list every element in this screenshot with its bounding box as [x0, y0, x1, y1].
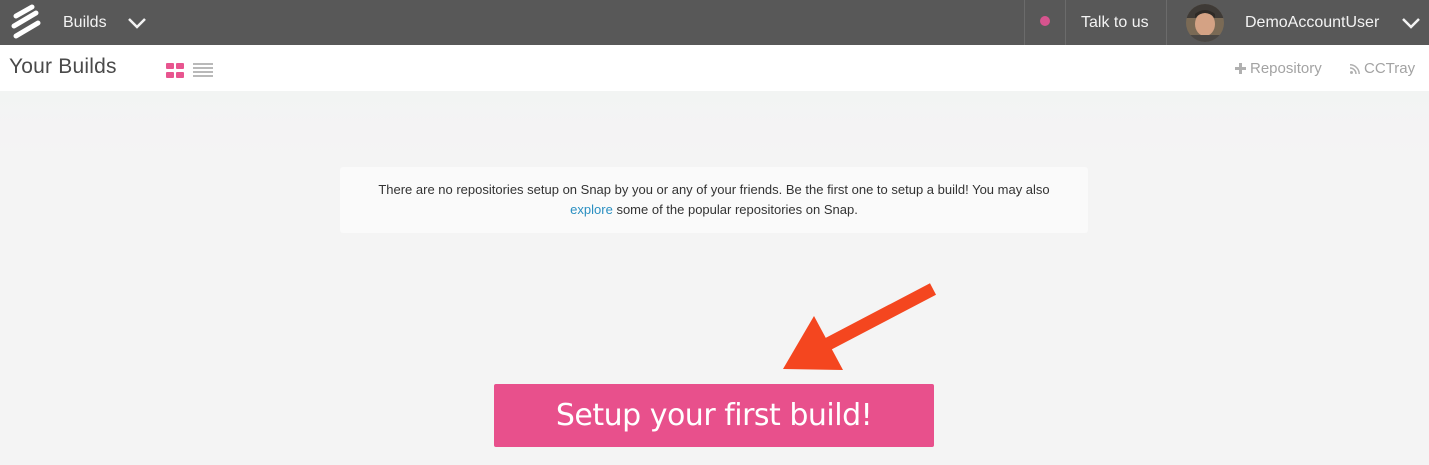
- status-indicator: [1040, 16, 1050, 26]
- add-repository-label: Repository: [1250, 60, 1322, 77]
- setup-first-build-button[interactable]: Setup your first build!: [494, 384, 934, 447]
- divider: [1065, 0, 1066, 45]
- list-view-icon[interactable]: [193, 63, 213, 79]
- avatar: [1186, 3, 1224, 42]
- snap-logo-icon[interactable]: [8, 4, 44, 40]
- page-title: Your Builds: [9, 55, 117, 78]
- cctray-label: CCTray: [1364, 60, 1416, 77]
- page-header: Your Builds Repository CCTray: [0, 45, 1429, 91]
- top-navbar: Builds Talk to us DemoAccountUser: [0, 0, 1429, 45]
- notice-text: There are no repositories setup on Snap …: [378, 182, 1050, 197]
- plus-icon: [1235, 63, 1246, 74]
- grid-view-icon[interactable]: [166, 63, 185, 79]
- talk-to-us-link[interactable]: Talk to us: [1081, 0, 1149, 45]
- explore-link[interactable]: explore: [570, 202, 613, 217]
- builds-menu[interactable]: Builds: [63, 0, 147, 45]
- username: DemoAccountUser: [1245, 13, 1380, 31]
- chevron-down-icon: [127, 17, 146, 29]
- user-menu[interactable]: DemoAccountUser: [1186, 0, 1421, 45]
- rss-icon: [1350, 63, 1360, 74]
- add-repository-link[interactable]: Repository: [1235, 60, 1322, 77]
- cctray-link[interactable]: CCTray: [1350, 60, 1415, 77]
- notice-text-end: some of the popular repositories on Snap…: [616, 202, 858, 217]
- divider: [1024, 0, 1025, 45]
- divider: [1166, 0, 1167, 45]
- empty-state-notice: There are no repositories setup on Snap …: [340, 167, 1088, 233]
- builds-menu-label: Builds: [63, 13, 107, 31]
- chevron-down-icon: [1402, 17, 1421, 29]
- annotation-arrow-icon: [783, 283, 937, 370]
